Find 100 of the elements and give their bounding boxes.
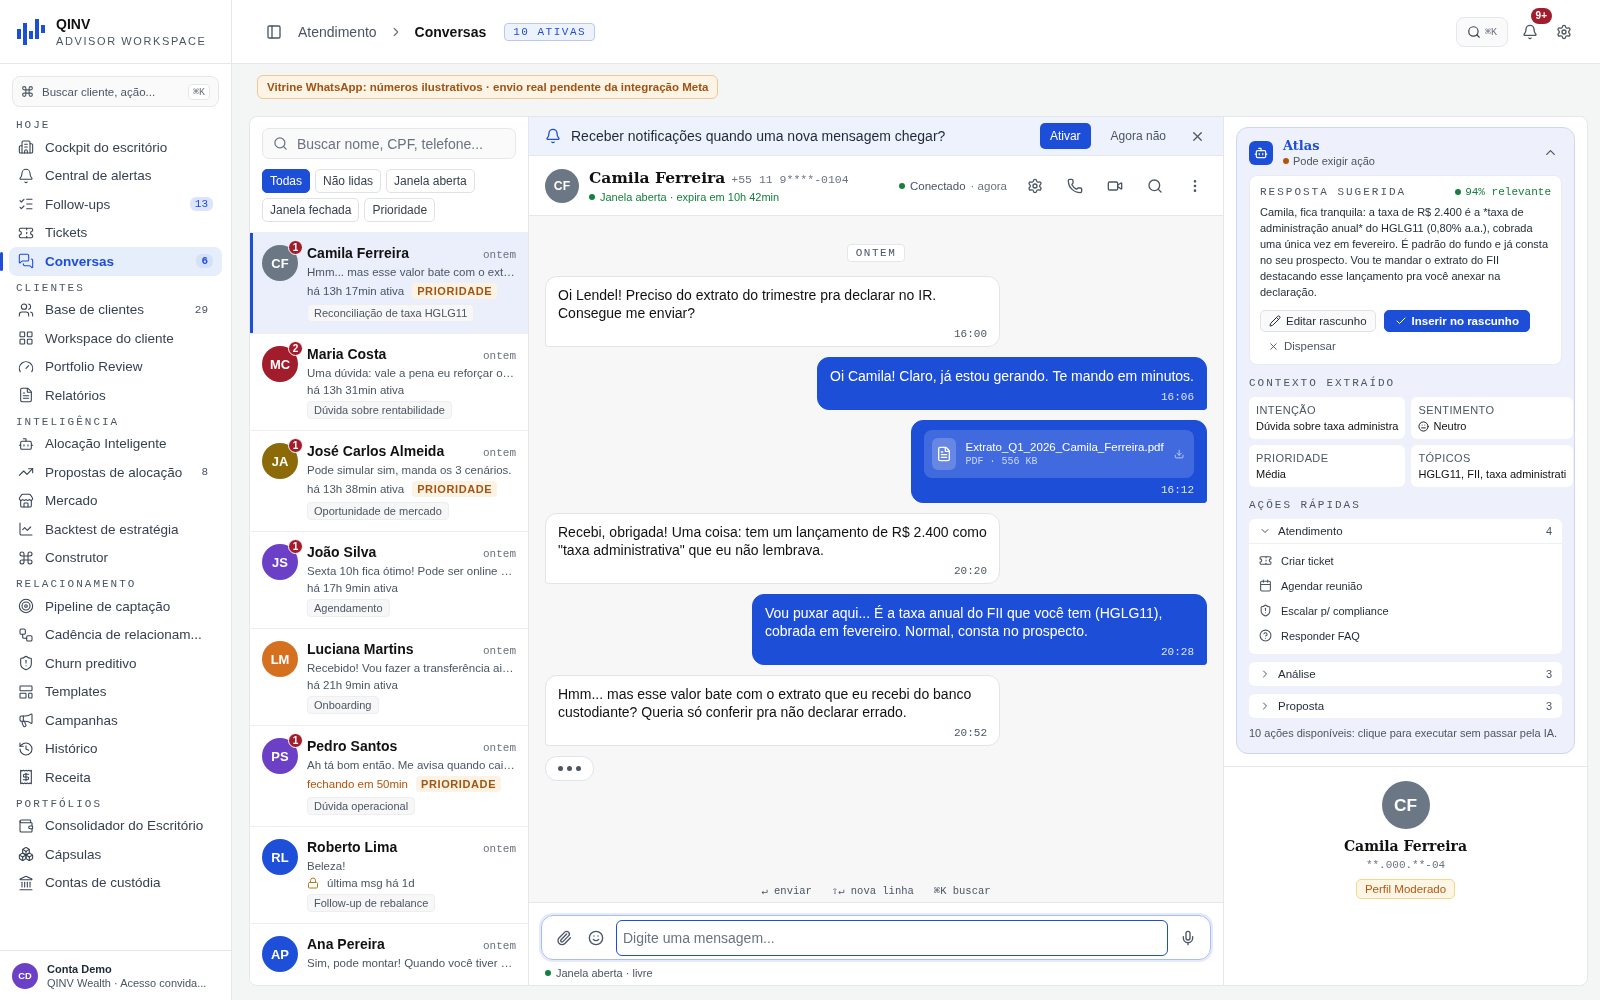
relevance-score: 94% relevante xyxy=(1455,186,1551,198)
ticket-icon xyxy=(1259,554,1272,567)
unread-badge: 1 xyxy=(288,539,303,554)
count-badge: 6 xyxy=(196,254,213,269)
sidebar-item[interactable]: Contas de custódia xyxy=(9,868,222,897)
dismiss-button[interactable]: Agora não xyxy=(1100,123,1176,149)
search-button[interactable]: ⌘K xyxy=(1455,16,1508,47)
search-icon xyxy=(273,136,288,151)
megaphone-icon xyxy=(18,712,34,729)
shield-alert-icon xyxy=(1259,604,1272,617)
quick-action[interactable]: Agendar reunião xyxy=(1259,573,1552,598)
contact-avatar: RL xyxy=(262,839,298,875)
brand-subtitle: ADVISOR WORKSPACE xyxy=(56,35,207,47)
search-field[interactable]: Buscar cliente, ação... ⌘K xyxy=(12,76,219,107)
sidebar-item[interactable]: Follow-ups 13 xyxy=(9,190,222,219)
filter-chip[interactable]: Todas xyxy=(262,169,311,193)
lock-icon xyxy=(307,877,319,889)
section-title: HOJE xyxy=(15,118,52,133)
sidebar-item[interactable]: Relatórios xyxy=(9,381,222,410)
breadcrumb-link[interactable]: Atendimento xyxy=(298,23,377,40)
sidebar-item[interactable]: Propostas de alocação 8 xyxy=(9,458,222,487)
file-attachment[interactable]: Extrato_Q1_2026_Camila_Ferreira.pdf PDF · 556 KB xyxy=(924,430,1194,478)
contact-name: Luciana Martins xyxy=(307,641,414,657)
window-status: há 13h 38min ativa xyxy=(307,483,405,495)
contact-avatar: CF xyxy=(545,168,579,203)
bell-icon xyxy=(18,167,34,184)
group-header[interactable]: Análise 3 xyxy=(1249,662,1562,686)
gauge-icon xyxy=(18,358,34,375)
sidebar-item[interactable]: Cadência de relacionam... xyxy=(9,620,222,649)
quick-action[interactable]: Responder FAQ xyxy=(1259,623,1552,648)
filter-chip[interactable]: Prioridade xyxy=(364,198,436,222)
sidebar-item[interactable]: Pipeline de captação xyxy=(9,592,222,621)
sidebar-item[interactable]: Backtest de estratégia xyxy=(9,515,222,544)
message-time: 20:20 xyxy=(954,565,987,577)
boxes-icon xyxy=(18,846,34,863)
sidebar-item[interactable]: Cápsulas xyxy=(9,840,222,869)
conversation-item[interactable]: CF 1 Camila Ferreira ontem Hmm... mas esse valor bate com o ext… há 13h 17min ativa PRIORIDADE Reconciliação de taxa HGLG11 xyxy=(250,232,528,333)
filter-chip[interactable]: Janela aberta xyxy=(386,169,475,193)
conversation-item[interactable]: AP Ana Pereira ontem Sim, pode montar! Quando você tiver … xyxy=(250,923,528,983)
sidebar-item[interactable]: Alocação Inteligente xyxy=(9,429,222,458)
context-value: HGLG11, FII, taxa administrati xyxy=(1418,468,1567,480)
sidebar-item[interactable]: Cockpit do escritório xyxy=(9,133,222,162)
sidebar-item[interactable]: Receita xyxy=(9,763,222,792)
context-label: TÓPICOS xyxy=(1418,452,1472,464)
message-preview: Uma dúvida: vale a pena eu reforçar o… xyxy=(307,367,516,379)
message-time: 16:00 xyxy=(954,328,987,340)
template-icon xyxy=(18,683,34,700)
priority-tag: PRIORIDADE xyxy=(412,481,498,497)
dismiss-button[interactable]: Dispensar xyxy=(1260,336,1344,356)
sidebar-item[interactable]: Campanhas xyxy=(9,706,222,735)
message-text: Recebi, obrigada! Uma coisa: tem um lançamento de R$ 2.400 como "taxa administrativa" que eu não lembrava. xyxy=(558,523,987,559)
pencil-icon xyxy=(1269,315,1281,327)
sidebar-item[interactable]: Churn preditivo xyxy=(9,649,222,678)
brand-name: QINV xyxy=(56,16,92,32)
sidebar-item[interactable]: Consolidador do Escritório xyxy=(9,811,222,840)
quick-action[interactable]: Escalar p/ compliance xyxy=(1259,598,1552,623)
sidebar-item[interactable]: Templates xyxy=(9,677,222,706)
message-text: Vou puxar aqui... É a taxa anual do FII que você tem (HGLG11), cobrada em fevereiro. Normal, consta no prospecto. xyxy=(765,604,1164,640)
edit-draft-button[interactable]: Editar rascunho xyxy=(1260,310,1376,332)
message-preview: Hmm... mas esse valor bate com o ext… xyxy=(307,266,516,278)
message-time: ontem xyxy=(483,843,516,855)
sidebar-item[interactable]: Workspace do cliente xyxy=(9,324,222,353)
active-count-badge: 10 ATIVAS xyxy=(504,22,596,41)
topic-tag: Follow-up de rebalance xyxy=(307,894,436,912)
page-title: Conversas xyxy=(414,23,487,40)
contact-name: José Carlos Almeida xyxy=(307,443,445,459)
sidebar-item[interactable]: Tickets xyxy=(9,218,222,247)
presence-status: Conectado · agora xyxy=(898,179,1007,192)
item-count: 29 xyxy=(193,302,209,317)
search-field[interactable]: Buscar nome, CPF, telefone... xyxy=(262,128,516,159)
insert-draft-button[interactable]: Inserir no rascunho xyxy=(1383,310,1530,332)
suggested-reply: Camila, fica tranquila: a taxa de R$ 2.400 é a *taxa de administração anual* do HGLG11 (0,80% a.a.), cobrada uma única vez em fevereiro. É padrão do fundo e já consta no seu prospecto. Vou te mandar o extrato do FII destacando esse lançamento pra você anexar na declaração. xyxy=(1260,205,1549,300)
contact-avatar: AP xyxy=(262,936,298,972)
sidebar-item[interactable]: Portfolio Review xyxy=(9,352,222,381)
topic-tag: Reconciliação de taxa HGLG11 xyxy=(307,304,475,322)
sidebar-item[interactable]: Base de clientes 29 xyxy=(9,295,222,324)
filter-chip[interactable]: Não lidas xyxy=(315,169,382,193)
assistant-status: Pode exigir ação xyxy=(1283,155,1375,167)
filter-chip[interactable]: Janela fechada xyxy=(262,198,360,222)
account-detail: QINV Wealth · Acesso convida... xyxy=(47,976,207,989)
quick-action[interactable]: Criar ticket xyxy=(1259,548,1552,573)
sidebar-item[interactable]: Mercado xyxy=(9,486,222,515)
message-input[interactable]: Digite uma mensagem... xyxy=(616,919,1168,956)
activate-button[interactable]: Ativar xyxy=(1039,123,1091,149)
group-header[interactable]: Atendimento 4 xyxy=(1249,519,1562,543)
sidebar-item[interactable]: Construtor xyxy=(9,543,222,572)
robot-icon xyxy=(18,435,34,452)
window-status: há 21h 9min ativa xyxy=(307,679,398,691)
group-header[interactable]: Proposta 3 xyxy=(1249,694,1562,718)
section-title: CONTEXTO EXTRAÍDO xyxy=(1249,377,1397,389)
line-chart-icon xyxy=(18,521,34,538)
contact-name: Camila Ferreira xyxy=(307,245,409,261)
calendar-icon xyxy=(1259,579,1272,592)
sidebar-item[interactable]: Histórico xyxy=(9,734,222,763)
context-value: Neutro xyxy=(1433,420,1467,432)
sidebar-item[interactable]: Central de alertas xyxy=(9,161,222,190)
section-title: CLIENTES xyxy=(15,280,86,296)
history-icon xyxy=(18,740,34,757)
message-time: 20:28 xyxy=(1161,646,1194,658)
logo-icon xyxy=(16,16,46,47)
